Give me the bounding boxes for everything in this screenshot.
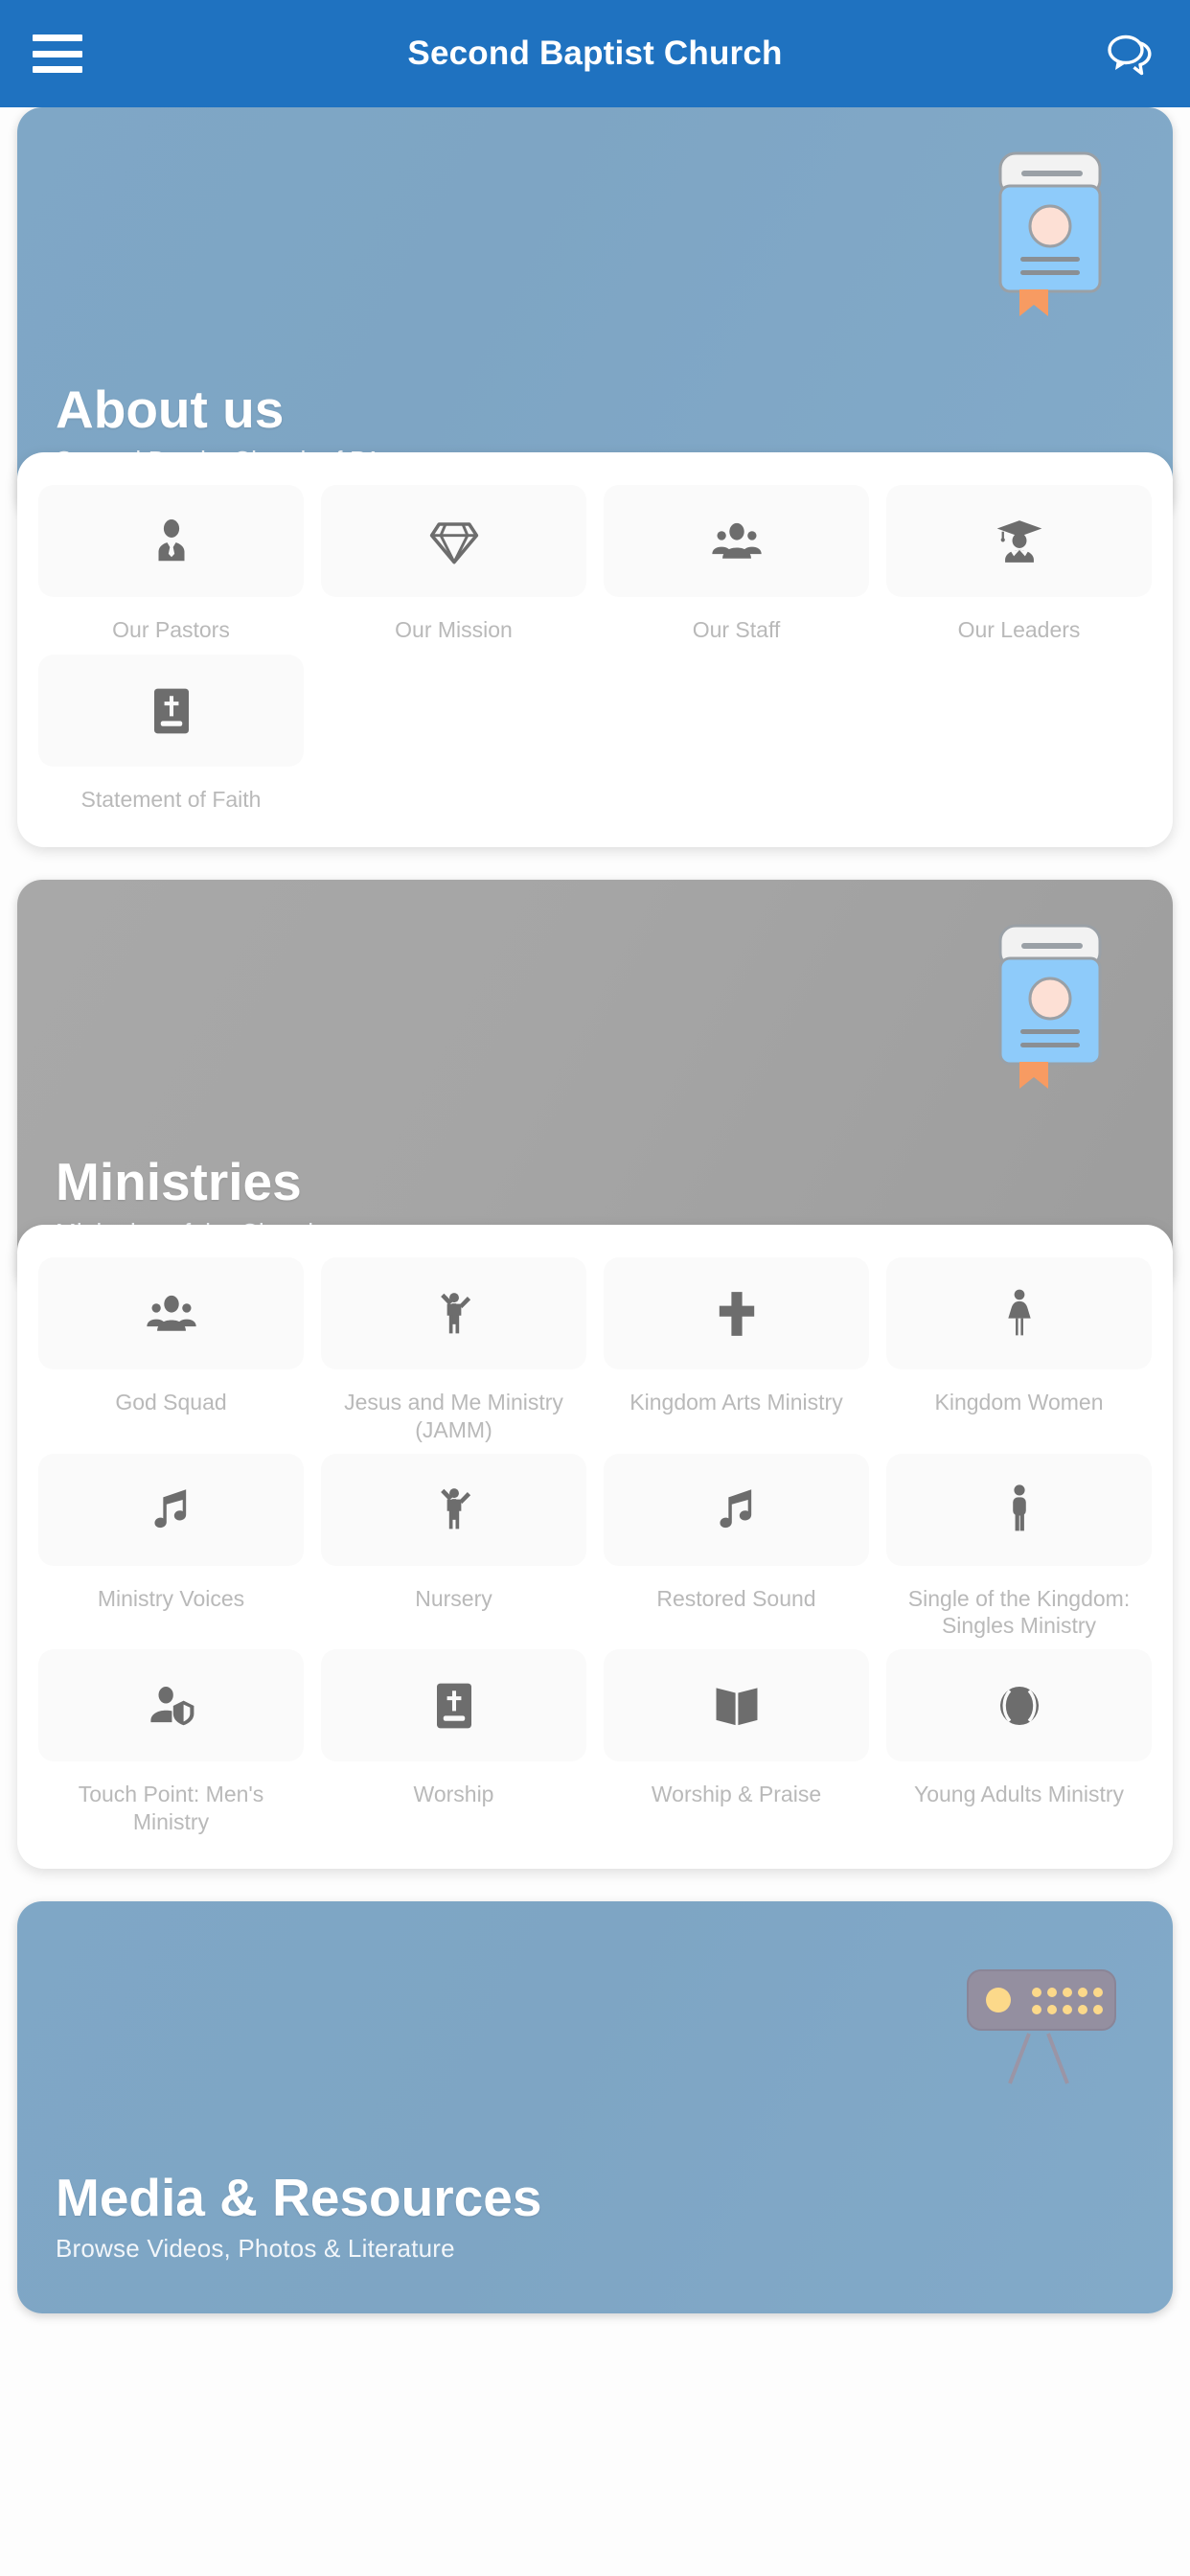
- tile-young-adults-ministry[interactable]: Young Adults Ministry: [886, 1649, 1152, 1836]
- tile-icon-box: [604, 1453, 869, 1566]
- tile-jamm[interactable]: Jesus and Me Ministry (JAMM): [321, 1257, 586, 1444]
- tile-label: Worship & Praise: [651, 1782, 822, 1806]
- tile-label: Our Pastors: [112, 617, 230, 642]
- tile-icon-box: [38, 1453, 304, 1566]
- people-group-icon: [146, 1295, 196, 1331]
- tile-label: Our Staff: [692, 617, 781, 642]
- hamburger-menu-icon[interactable]: [33, 34, 82, 73]
- tile-label: Nursery: [415, 1585, 492, 1611]
- graduate-cap-person-icon: [996, 519, 1041, 563]
- media-hero-text: Media & Resources Browse Videos, Photos …: [56, 2167, 542, 2264]
- child-raised-arms-icon: [440, 1488, 470, 1530]
- tile-icon-box: [886, 485, 1152, 597]
- tile-label: Statement of Faith: [80, 787, 262, 812]
- tile-singles-ministry[interactable]: Single of the Kingdom: Singles Ministry: [886, 1453, 1152, 1641]
- tile-our-mission[interactable]: Our Mission: [321, 485, 586, 645]
- people-group-icon: [711, 522, 762, 559]
- tile-icon-box: [321, 485, 586, 597]
- tile-label: Kingdom Arts Ministry: [629, 1390, 843, 1414]
- tile-our-leaders[interactable]: Our Leaders: [886, 485, 1152, 645]
- tile-label: Worship: [413, 1782, 494, 1806]
- baseball-icon: [999, 1686, 1039, 1725]
- tile-label: Jesus and Me Ministry (JAMM): [344, 1390, 563, 1442]
- scroll-container[interactable]: About us Second Baptist Church of PA: [0, 107, 1190, 2576]
- ministries-tiles-panel: God Squad Jesus and Me Ministry (JAMM) K…: [17, 1225, 1173, 1869]
- cross-icon: [719, 1291, 754, 1336]
- app-bar: Second Baptist Church: [0, 0, 1190, 107]
- tile-icon-box: [321, 1257, 586, 1369]
- tile-icon-box: [604, 1649, 869, 1761]
- diamond-gem-icon: [429, 521, 478, 564]
- tile-label: God Squad: [115, 1390, 227, 1414]
- tile-label: Young Adults Ministry: [913, 1782, 1125, 1806]
- tile-icon-box: [886, 1649, 1152, 1761]
- tile-our-pastors[interactable]: Our Pastors: [38, 485, 304, 645]
- hamburger-bar: [33, 66, 82, 73]
- tile-label: Touch Point: Men's Ministry: [78, 1782, 264, 1834]
- tile-icon-box: [38, 485, 304, 597]
- music-note-icon: [719, 1489, 751, 1529]
- tile-god-squad[interactable]: God Squad: [38, 1257, 304, 1444]
- tile-label: Ministry Voices: [97, 1585, 245, 1611]
- app-root: Second Baptist Church About us Our Pasto…: [0, 0, 1190, 2576]
- tile-icon-box: [886, 1257, 1152, 1369]
- tile-nursery[interactable]: Nursery: [321, 1453, 586, 1641]
- media-subtitle: Browse Videos, Photos & Literature: [56, 2233, 455, 2263]
- tile-icon-box: [604, 485, 869, 597]
- tile-label: Our Mission: [395, 617, 513, 642]
- open-book-icon: [716, 1687, 757, 1725]
- bible-cross-icon: [153, 688, 189, 733]
- section-ministries: Ministries Ministries of the Church: [0, 880, 1190, 1869]
- tile-icon-box: [321, 1453, 586, 1566]
- tile-restored-sound[interactable]: Restored Sound: [604, 1453, 869, 1641]
- tile-worship[interactable]: Worship: [321, 1649, 586, 1836]
- tile-touch-point-mens-ministry[interactable]: Touch Point: Men's Ministry: [38, 1649, 304, 1836]
- tile-worship-and-praise[interactable]: Worship & Praise: [604, 1649, 869, 1836]
- woman-icon: [1007, 1289, 1031, 1335]
- tile-label: Kingdom Women: [934, 1390, 1104, 1414]
- tile-our-staff[interactable]: Our Staff: [604, 485, 869, 645]
- page-title: Second Baptist Church: [407, 34, 783, 72]
- chat-bubbles-icon[interactable]: [1104, 27, 1157, 80]
- person-in-tie-icon: [158, 518, 184, 561]
- book-illustration: [991, 148, 1106, 330]
- music-note-icon: [153, 1489, 186, 1529]
- tile-kingdom-women[interactable]: Kingdom Women: [886, 1257, 1152, 1444]
- ministries-title: Ministries: [56, 1152, 302, 1212]
- tile-icon-box: [38, 1257, 304, 1369]
- book-illustration: [991, 920, 1106, 1102]
- person-shield-icon: [149, 1686, 194, 1725]
- tile-label: Our Leaders: [957, 617, 1081, 642]
- section-about: About us Second Baptist Church of PA: [0, 107, 1190, 847]
- ministries-tiles-grid: God Squad Jesus and Me Ministry (JAMM) K…: [38, 1257, 1152, 1836]
- tile-ministry-voices[interactable]: Ministry Voices: [38, 1453, 304, 1641]
- tile-icon-box: [604, 1257, 869, 1369]
- tile-icon-box: [38, 1649, 304, 1761]
- media-hero-banner[interactable]: Media & Resources Browse Videos, Photos …: [17, 1900, 1173, 2313]
- child-raised-arms-icon: [440, 1292, 470, 1333]
- tile-icon-box: [886, 1453, 1152, 1566]
- tile-icon-box: [321, 1649, 586, 1761]
- stage-light-illustration: [960, 1963, 1123, 2092]
- about-title: About us: [56, 380, 285, 440]
- section-media: Media & Resources Browse Videos, Photos …: [0, 1900, 1190, 2313]
- tile-statement-of-faith[interactable]: Statement of Faith: [38, 655, 304, 815]
- hamburger-bar: [33, 50, 82, 58]
- media-title: Media & Resources: [56, 2167, 542, 2227]
- bible-cross-icon: [436, 1683, 471, 1728]
- about-tiles-grid: Our Pastors Our Mission Our Staff Our Le…: [38, 485, 1152, 815]
- person-standing-icon: [1012, 1484, 1026, 1531]
- tile-kingdom-arts-ministry[interactable]: Kingdom Arts Ministry: [604, 1257, 869, 1444]
- tile-icon-box: [38, 655, 304, 767]
- tile-label: Restored Sound: [656, 1585, 816, 1611]
- hamburger-bar: [33, 34, 82, 41]
- about-tiles-panel: Our Pastors Our Mission Our Staff Our Le…: [17, 452, 1173, 847]
- tile-label: Single of the Kingdom: Singles Ministry: [907, 1585, 1131, 1639]
